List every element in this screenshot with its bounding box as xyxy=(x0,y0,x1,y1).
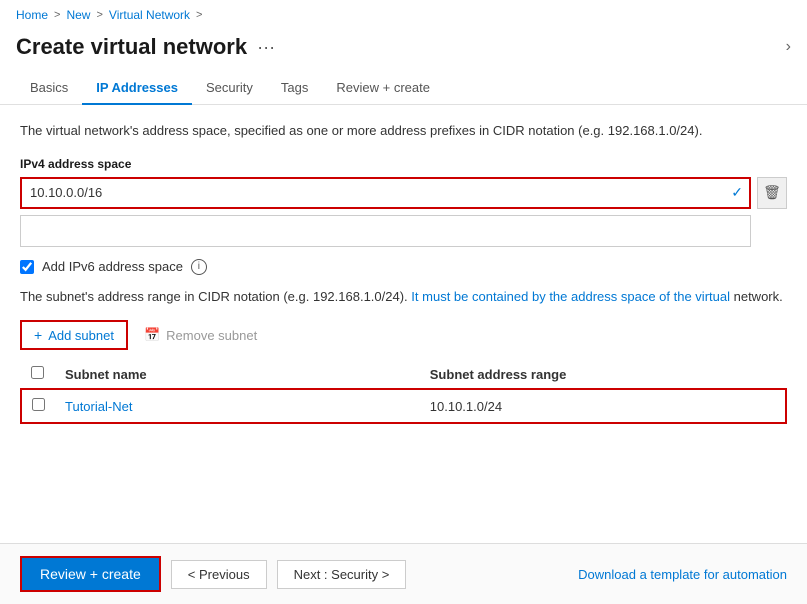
remove-subnet-button[interactable]: 📅 Remove subnet xyxy=(144,327,257,343)
main-content: The virtual network's address space, spe… xyxy=(0,105,807,440)
add-subnet-label: Add subnet xyxy=(48,328,114,343)
ip-address-empty-input[interactable] xyxy=(20,215,751,247)
header-ellipsis[interactable]: ··· xyxy=(257,37,275,58)
ipv6-info-icon[interactable]: i xyxy=(191,259,207,275)
breadcrumb-sep-2: > xyxy=(96,9,102,21)
breadcrumb-virtual-network[interactable]: Virtual Network xyxy=(109,8,190,22)
plus-icon: + xyxy=(34,327,42,343)
subnet-desc-part1: The subnet's address range in CIDR notat… xyxy=(20,289,408,304)
next-security-button[interactable]: Next : Security > xyxy=(277,560,407,589)
subnet-desc-part2: network. xyxy=(734,289,783,304)
col-header-subnet-name: Subnet name xyxy=(55,360,420,389)
page-title: Create virtual network xyxy=(16,34,247,60)
ip-address-input-wrapper: ✓ xyxy=(20,177,751,209)
breadcrumb-new[interactable]: New xyxy=(66,8,90,22)
breadcrumb-home[interactable]: Home xyxy=(16,8,48,22)
ipv4-address-input[interactable] xyxy=(22,179,725,207)
subnet-desc-link: It must be contained by the address spac… xyxy=(411,289,730,304)
previous-button[interactable]: < Previous xyxy=(171,560,267,589)
ipv6-checkbox-row: Add IPv6 address space i xyxy=(20,259,787,275)
subnet-description: The subnet's address range in CIDR notat… xyxy=(20,287,787,307)
ipv6-label: Add IPv6 address space xyxy=(42,259,183,274)
add-subnet-button[interactable]: + Add subnet xyxy=(20,320,128,350)
ip-description: The virtual network's address space, spe… xyxy=(20,121,787,141)
page-header: Create virtual network ··· › xyxy=(0,30,807,72)
remove-subnet-label: Remove subnet xyxy=(166,328,257,343)
checkmark-icon: ✓ xyxy=(725,184,749,201)
col-header-subnet-range: Subnet address range xyxy=(420,360,786,389)
breadcrumb-sep-1: > xyxy=(54,9,60,21)
subnet-table: Subnet name Subnet address range Tutoria… xyxy=(20,360,787,424)
review-create-button[interactable]: Review + create xyxy=(20,556,161,592)
subnet-row-checkbox[interactable] xyxy=(32,398,45,411)
breadcrumb: Home > New > Virtual Network > xyxy=(0,0,807,30)
tab-review-create[interactable]: Review + create xyxy=(322,72,444,105)
footer: Review + create < Previous Next : Securi… xyxy=(0,543,807,604)
table-row: Tutorial-Net 10.10.1.0/24 xyxy=(21,389,786,423)
remove-subnet-icon: 📅 xyxy=(144,327,160,343)
breadcrumb-sep-3: > xyxy=(196,9,202,21)
ipv4-label: IPv4 address space xyxy=(20,157,787,171)
subnet-actions: + Add subnet 📅 Remove subnet xyxy=(20,320,787,350)
tab-ip-addresses[interactable]: IP Addresses xyxy=(82,72,192,105)
ipv6-checkbox[interactable] xyxy=(20,260,34,274)
tab-tags[interactable]: Tags xyxy=(267,72,322,105)
tab-security[interactable]: Security xyxy=(192,72,267,105)
ip-address-row: ✓ 🗑 xyxy=(20,177,787,209)
subnet-name-link[interactable]: Tutorial-Net xyxy=(65,399,132,414)
subnet-address-range: 10.10.1.0/24 xyxy=(430,399,502,414)
tabs-bar: Basics IP Addresses Security Tags Review… xyxy=(0,72,807,105)
select-all-checkbox[interactable] xyxy=(31,366,44,379)
automation-template-button[interactable]: Download a template for automation xyxy=(578,567,787,582)
tab-basics[interactable]: Basics xyxy=(16,72,82,105)
expand-button[interactable]: › xyxy=(786,38,791,56)
delete-address-button[interactable]: 🗑 xyxy=(757,177,787,209)
